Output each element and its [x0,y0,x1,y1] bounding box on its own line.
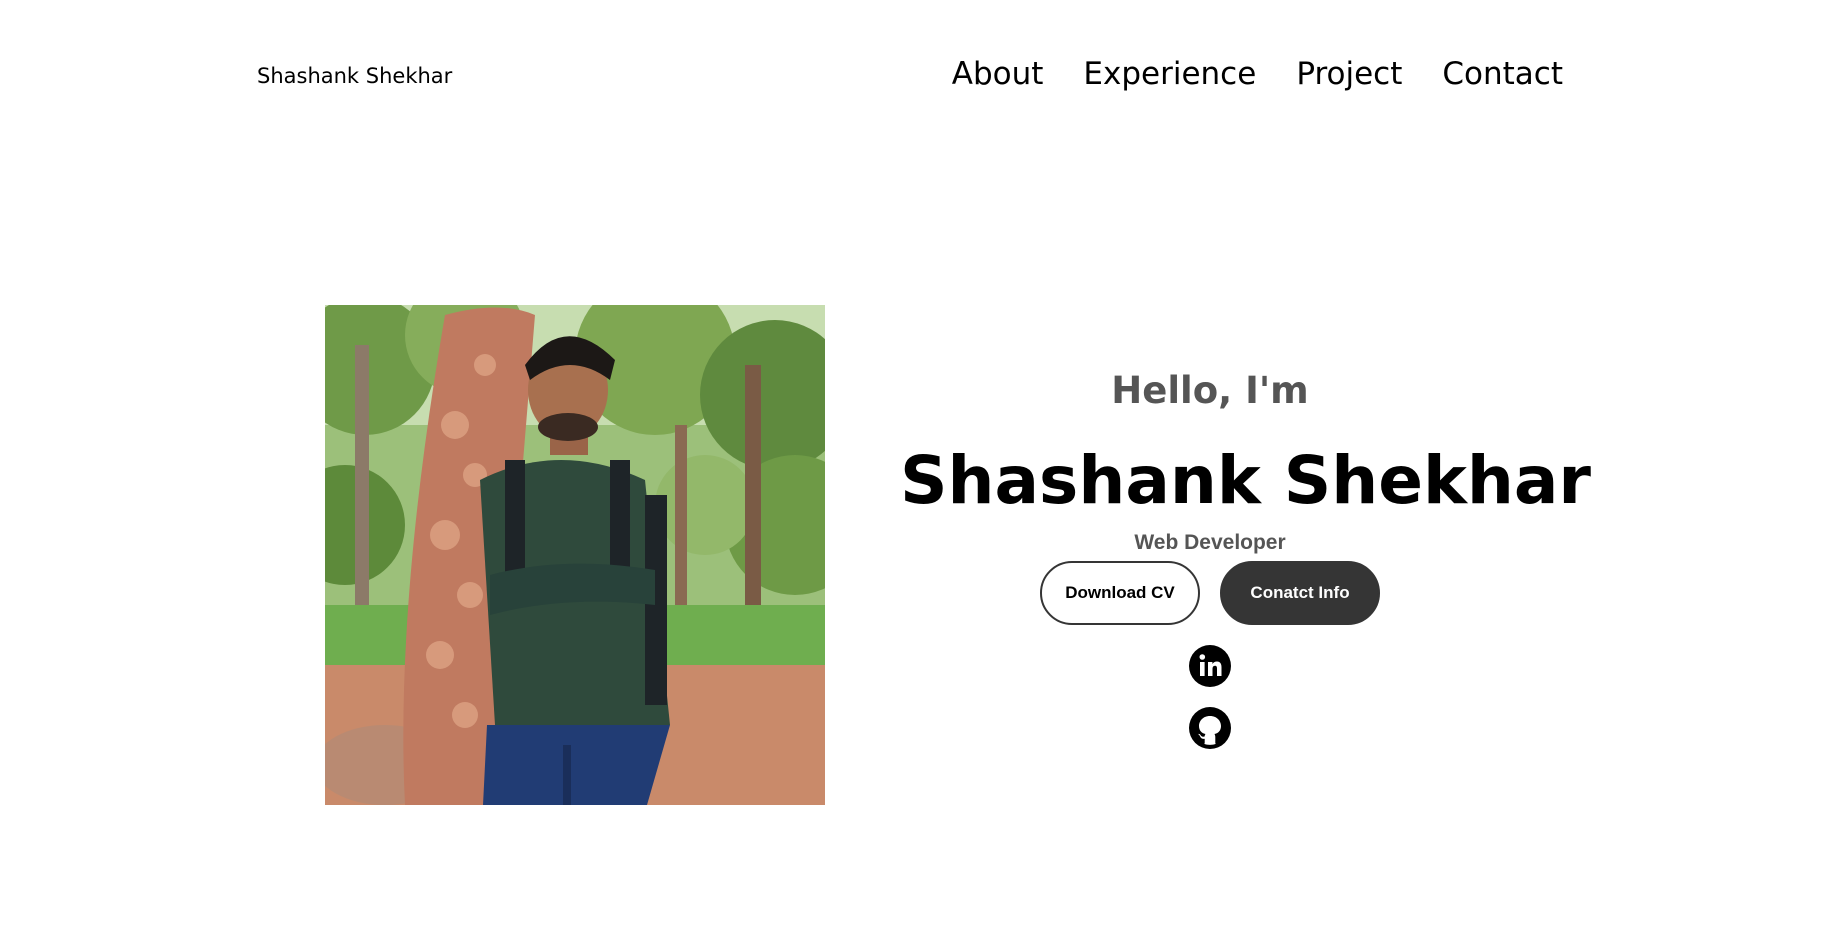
top-navigation: Shashank Shekhar About Experience Projec… [0,0,1830,156]
linkedin-icon[interactable] [1189,645,1231,687]
nav-link-about[interactable]: About [952,56,1044,92]
social-links [900,645,1520,749]
nav-link-contact[interactable]: Contact [1442,56,1563,92]
download-cv-button[interactable]: Download CV [1040,561,1200,625]
hero-buttons: Download CV Conatct Info [900,561,1520,625]
nav-link-project[interactable]: Project [1296,56,1402,92]
nav-links: About Experience Project Contact [952,56,1563,92]
hero-name: Shashank Shekhar [900,442,1591,519]
greeting-text: Hello, I'm [1111,369,1309,412]
contact-info-button[interactable]: Conatct Info [1220,561,1380,625]
nav-link-experience[interactable]: Experience [1083,56,1256,92]
hero-section: Hello, I'm Shashank Shekhar Web Develope… [900,365,1591,749]
site-logo[interactable]: Shashank Shekhar [257,64,452,88]
profile-photo [325,305,825,805]
github-icon[interactable] [1189,707,1231,749]
job-title: Web Developer [1134,531,1286,554]
